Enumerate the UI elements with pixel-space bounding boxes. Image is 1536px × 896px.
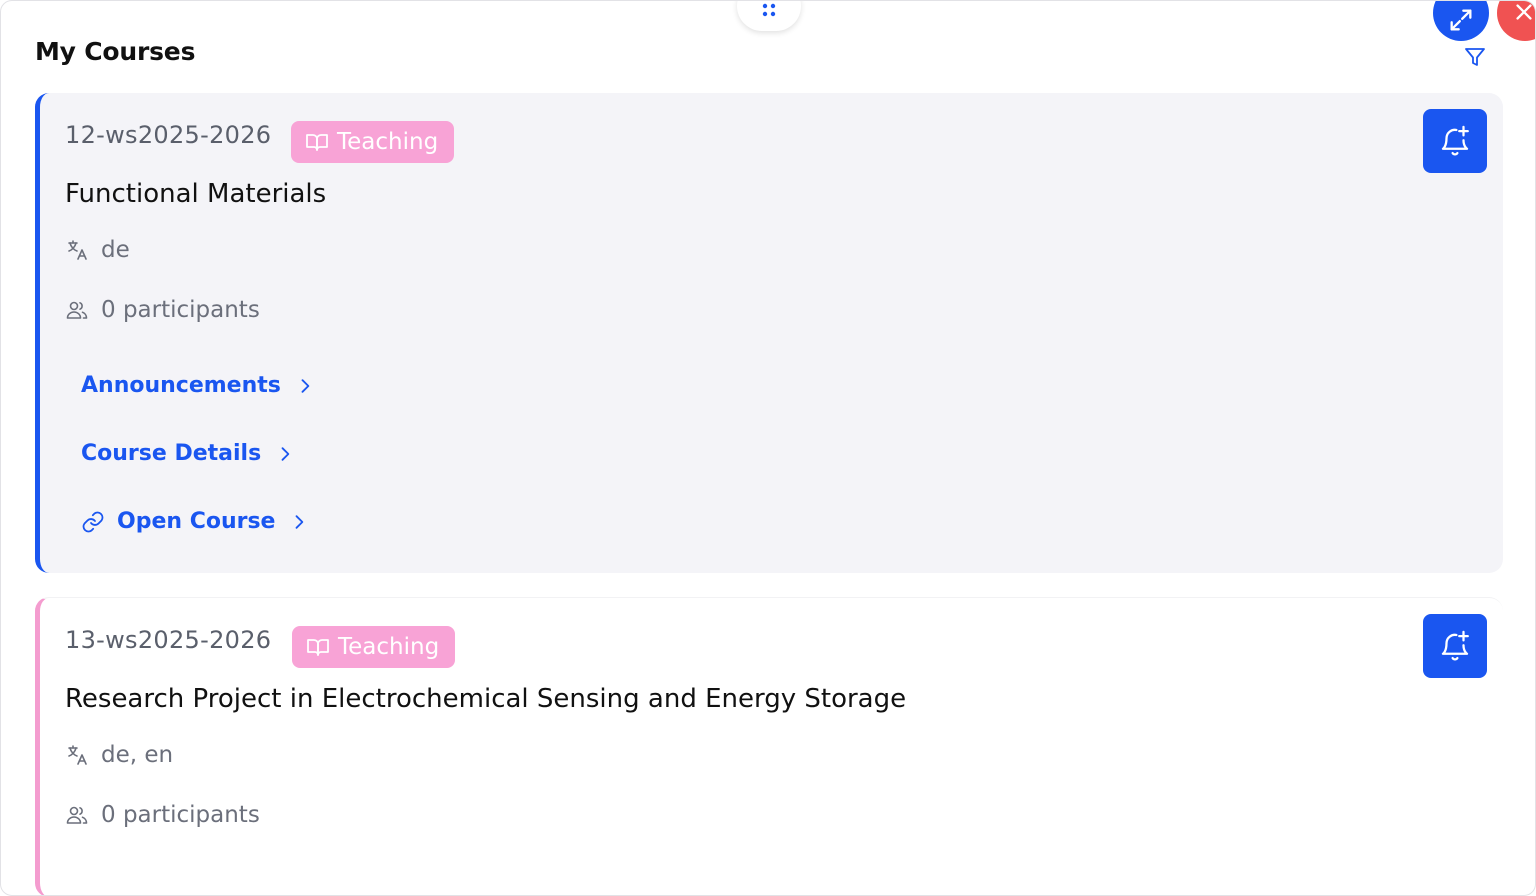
users-icon <box>66 806 88 824</box>
course-title: Research Project in Electrochemical Sens… <box>65 684 907 714</box>
badge-label: Teaching <box>338 634 440 660</box>
course-participants: 0 participants <box>65 297 260 323</box>
link-icon <box>82 511 104 532</box>
drag-handle[interactable] <box>737 1 801 31</box>
languages-text: de <box>101 237 130 263</box>
teaching-badge: Teaching <box>291 121 455 163</box>
course-languages: de <box>65 237 130 263</box>
book-icon <box>307 639 329 656</box>
translate-icon <box>68 240 87 260</box>
expand-button[interactable] <box>1433 1 1489 41</box>
filter-icon <box>1465 48 1485 66</box>
course-details-link[interactable]: Course Details <box>81 441 295 466</box>
open-course-label: Open Course <box>117 509 276 534</box>
languages-text: de, en <box>101 742 174 768</box>
participants-text: 0 participants <box>101 297 260 323</box>
chevron-right-icon <box>281 446 290 461</box>
chevron-right-icon <box>301 378 310 393</box>
course-details-label: Course Details <box>81 441 262 466</box>
badge-label: Teaching <box>337 129 439 155</box>
add-notification-button[interactable] <box>1423 109 1487 173</box>
announcements-link[interactable]: Announcements <box>81 373 315 398</box>
users-icon <box>66 301 88 319</box>
book-icon <box>306 134 328 151</box>
bell-plus-icon <box>1441 630 1469 661</box>
teaching-badge: Teaching <box>292 626 456 668</box>
filter-button[interactable] <box>1461 43 1489 71</box>
chevron-right-icon <box>296 514 304 529</box>
course-title: Functional Materials <box>65 179 327 209</box>
course-languages: de, en <box>65 742 173 768</box>
course-code: 12-ws2025-2026 <box>65 121 272 149</box>
course-code: 13-ws2025-2026 <box>65 626 272 654</box>
bell-plus-icon <box>1441 125 1469 156</box>
course-card: 12-ws2025-2026 Teaching Functional Mater… <box>35 93 1503 573</box>
expand-icon <box>1450 9 1472 31</box>
add-notification-button[interactable] <box>1423 614 1487 678</box>
course-card: 13-ws2025-2026 Teaching Research Project… <box>35 597 1503 895</box>
translate-icon <box>68 745 87 765</box>
open-course-link[interactable]: Open Course <box>81 509 309 534</box>
course-participants: 0 participants <box>65 802 260 828</box>
page-title: My Courses <box>35 37 196 66</box>
my-courses-widget: My Courses 12-ws2025-2026 Teaching Funct… <box>0 0 1536 896</box>
drag-dots-icon <box>762 3 776 17</box>
close-button[interactable] <box>1497 1 1535 41</box>
close-icon <box>1516 4 1532 20</box>
participants-text: 0 participants <box>101 802 260 828</box>
announcements-label: Announcements <box>81 373 281 398</box>
